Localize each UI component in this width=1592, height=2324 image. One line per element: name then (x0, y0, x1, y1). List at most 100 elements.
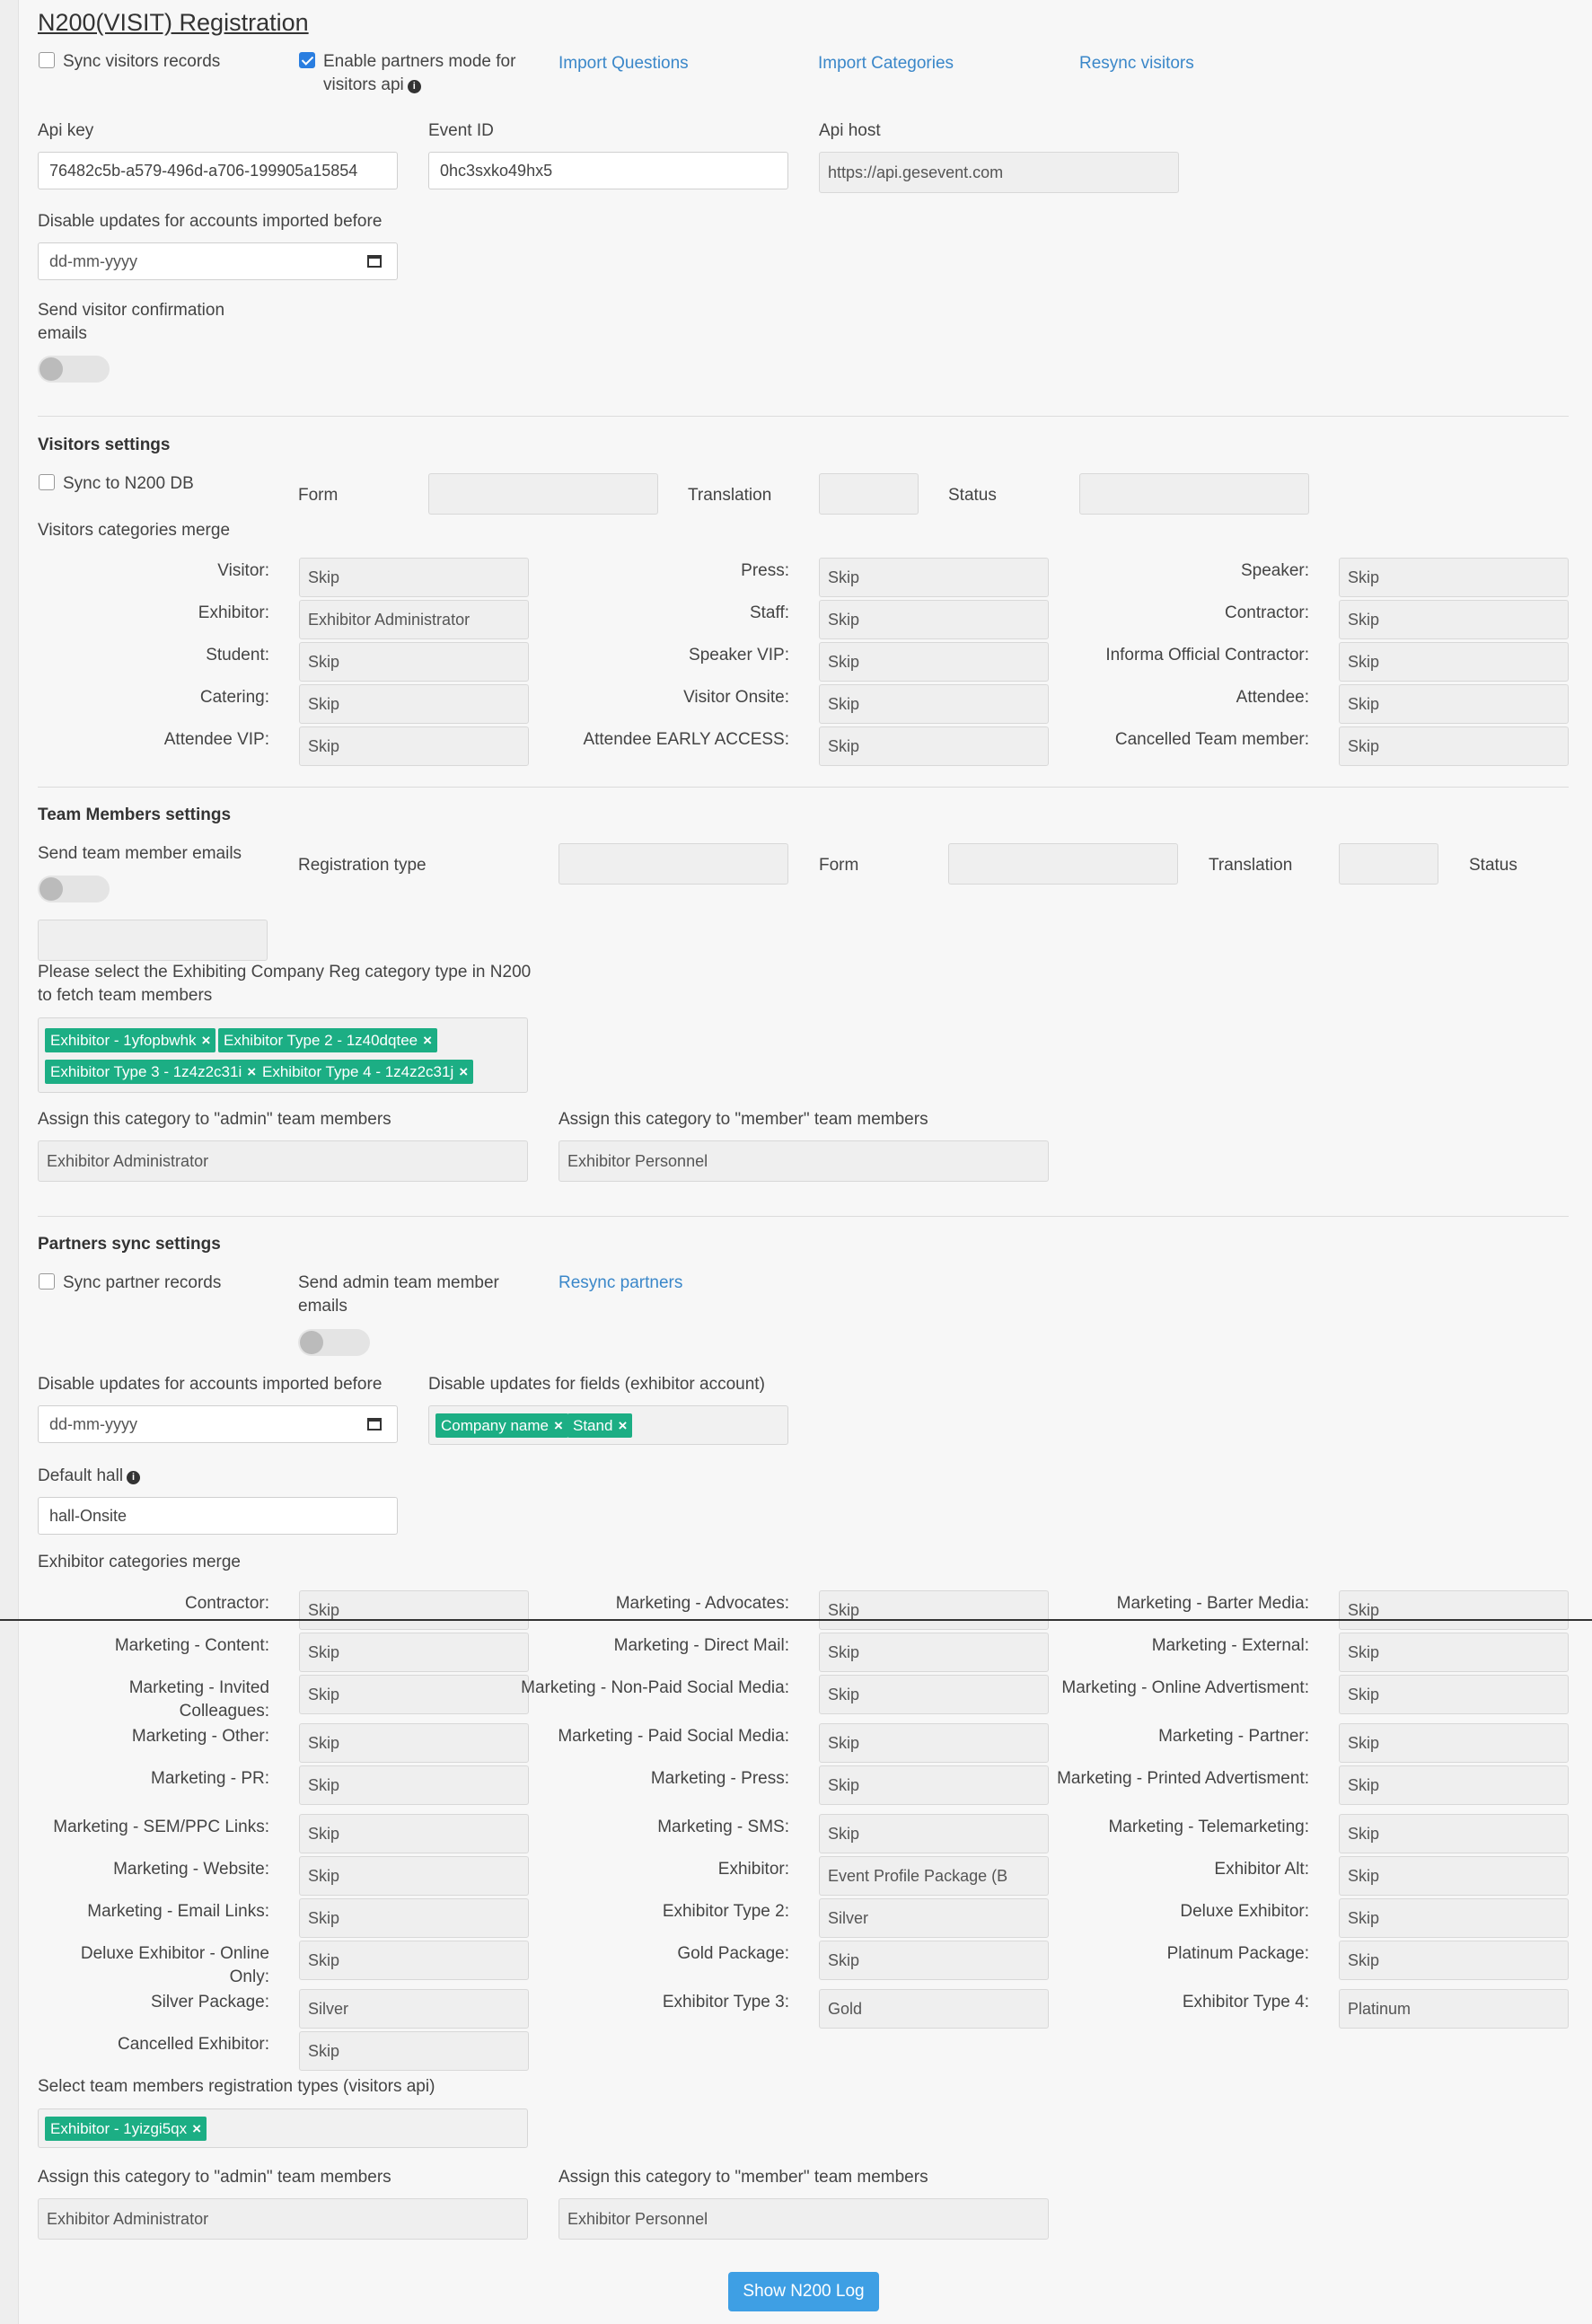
visitors-translation-select[interactable] (819, 473, 919, 515)
partners-mode-checkbox[interactable] (299, 52, 315, 68)
import-categories-link[interactable]: Import Categories (818, 52, 954, 75)
remove-tag-icon[interactable]: × (554, 1417, 563, 1434)
default-hall-input[interactable]: hall-Onsite (38, 1497, 398, 1535)
merge-row-select[interactable]: Skip (1339, 642, 1569, 682)
info-icon[interactable]: i (407, 80, 421, 93)
merge-row-select[interactable]: Skip (819, 726, 1049, 766)
event-id-input[interactable]: 0hc3sxko49hx5 (428, 152, 788, 189)
team-types-multiselect[interactable]: Exhibitor - 1yizgi5qx × (38, 2108, 528, 2148)
info-icon[interactable]: i (127, 1471, 141, 1484)
send-confirmation-toggle[interactable] (38, 356, 110, 383)
partners-disable-updates-date-input[interactable]: dd-mm-yyyy (38, 1405, 398, 1443)
merge-row-select[interactable]: Skip (1339, 1941, 1569, 1980)
merge-row-select[interactable]: Skip (299, 1941, 529, 1980)
api-key-input[interactable]: 76482c5b-a579-496d-a706-199905a15854 (38, 152, 398, 189)
merge-row-select[interactable]: Skip (299, 1898, 529, 1938)
merge-row-select[interactable]: Skip (1339, 1723, 1569, 1763)
import-questions-link[interactable]: Import Questions (559, 52, 689, 75)
visitors-form-select[interactable] (428, 473, 658, 515)
merge-row-select[interactable]: Platinum (1339, 1989, 1569, 2029)
sync-partner-checkbox[interactable] (39, 1273, 55, 1290)
team-admin-select[interactable]: Exhibitor Administrator (38, 1140, 528, 1182)
merge-row-select[interactable]: Skip (299, 1856, 529, 1896)
merge-row-label: Attendee VIP: (163, 730, 269, 749)
merge-row-select[interactable]: Skip (819, 1675, 1049, 1714)
merge-row-select[interactable]: Skip (299, 684, 529, 724)
disable-updates-date-input[interactable]: dd-mm-yyyy (38, 242, 398, 280)
merge-row-select[interactable]: Skip (1339, 600, 1569, 639)
merge-row-select[interactable]: Skip (299, 2031, 529, 2071)
send-admin-emails-toggle[interactable] (298, 1329, 370, 1356)
remove-tag-icon[interactable]: × (247, 1063, 256, 1080)
merge-row-select[interactable]: Skip (1339, 1898, 1569, 1938)
merge-row-select[interactable]: Skip (299, 642, 529, 682)
merge-row-select[interactable]: Skip (1339, 1633, 1569, 1672)
merge-row-select[interactable]: Skip (819, 1941, 1049, 1980)
remove-tag-icon[interactable]: × (202, 1032, 211, 1049)
merge-row-select[interactable]: Skip (819, 1723, 1049, 1763)
partners-admin-select[interactable]: Exhibitor Administrator (38, 2198, 528, 2240)
remove-tag-icon[interactable]: × (192, 2120, 201, 2137)
merge-row-select[interactable]: Skip (299, 1723, 529, 1763)
merge-row-select[interactable]: Skip (299, 726, 529, 766)
merge-row-select[interactable]: Skip (299, 1590, 529, 1630)
team-member-select[interactable]: Exhibitor Personnel (559, 1140, 1049, 1182)
partners-admin-label: Assign this category to "admin" team mem… (38, 2168, 391, 2187)
visitors-status-select[interactable] (1079, 473, 1309, 515)
merge-row-select[interactable]: Skip (819, 1590, 1049, 1630)
merge-row-select[interactable]: Skip (1339, 1856, 1569, 1896)
visitors-translation-label: Translation (688, 486, 772, 505)
merge-row-select[interactable]: Skip (299, 1675, 529, 1714)
merge-row-select[interactable]: Exhibitor Administrator (299, 600, 529, 639)
registration-type-select[interactable] (559, 843, 788, 885)
sync-visitors-checkbox[interactable] (39, 52, 55, 68)
field-tag: Stand × (567, 1413, 633, 1438)
merge-row-label: Marketing - SMS: (657, 1818, 789, 1836)
merge-row-select[interactable]: Event Profile Package (B (819, 1856, 1049, 1896)
merge-row-select[interactable]: Skip (819, 600, 1049, 639)
team-translation-select[interactable] (1339, 843, 1438, 885)
team-form-select[interactable] (948, 843, 1178, 885)
merge-row-select[interactable]: Skip (819, 558, 1049, 597)
merge-row-select[interactable]: Silver (819, 1898, 1049, 1938)
merge-row-select[interactable]: Skip (819, 1765, 1049, 1805)
calendar-icon[interactable] (367, 255, 382, 268)
merge-row-select[interactable]: Skip (299, 558, 529, 597)
resync-visitors-link[interactable]: Resync visitors (1079, 52, 1194, 75)
remove-tag-icon[interactable]: × (423, 1032, 432, 1049)
merge-row-select[interactable]: Skip (1339, 1765, 1569, 1805)
category-type-multiselect[interactable]: Exhibitor - 1yfopbwhk × Exhibitor Type 2 … (38, 1017, 528, 1093)
merge-row-select[interactable]: Skip (299, 1633, 529, 1672)
merge-row-select[interactable]: Skip (1339, 1814, 1569, 1853)
merge-row-select[interactable]: Skip (299, 1765, 529, 1805)
api-host-input[interactable]: https://api.gesevent.com (819, 152, 1179, 193)
remove-tag-icon[interactable]: × (459, 1063, 468, 1080)
merge-row-label: Contractor: (1225, 603, 1309, 622)
merge-row-select[interactable]: Skip (1339, 558, 1569, 597)
merge-row-select[interactable]: Skip (819, 1814, 1049, 1853)
send-team-emails-label: Send team member emails (38, 844, 242, 863)
merge-row-select[interactable]: Gold (819, 1989, 1049, 2029)
merge-row-label: Attendee EARLY ACCESS: (583, 730, 789, 749)
calendar-icon[interactable] (367, 1418, 382, 1430)
merge-row-select[interactable]: Skip (1339, 1590, 1569, 1630)
merge-row-select[interactable]: Skip (819, 1633, 1049, 1672)
show-log-button[interactable]: Show N200 Log (728, 2272, 879, 2311)
team-status-select[interactable] (38, 920, 268, 961)
sync-db-checkbox[interactable] (39, 474, 55, 490)
merge-row-label: Exhibitor: (198, 603, 269, 622)
merge-row-select[interactable]: Skip (1339, 1675, 1569, 1714)
merge-row-select[interactable]: Silver (299, 1989, 529, 2029)
merge-row-select[interactable]: Skip (819, 684, 1049, 724)
remove-tag-icon[interactable]: × (618, 1417, 627, 1434)
partners-member-select[interactable]: Exhibitor Personnel (559, 2198, 1049, 2240)
resync-partners-link[interactable]: Resync partners (559, 1272, 682, 1295)
merge-row-select[interactable]: Skip (819, 642, 1049, 682)
send-team-emails-toggle[interactable] (38, 876, 110, 902)
merge-row-select[interactable]: Skip (1339, 726, 1569, 766)
merge-row-select[interactable]: Skip (299, 1814, 529, 1853)
merge-row-label: Marketing - Email Links: (87, 1902, 269, 1921)
merge-row-label: Visitor: (217, 561, 269, 580)
merge-row-select[interactable]: Skip (1339, 684, 1569, 724)
disable-fields-multiselect[interactable]: Company name × Stand × (428, 1405, 788, 1445)
